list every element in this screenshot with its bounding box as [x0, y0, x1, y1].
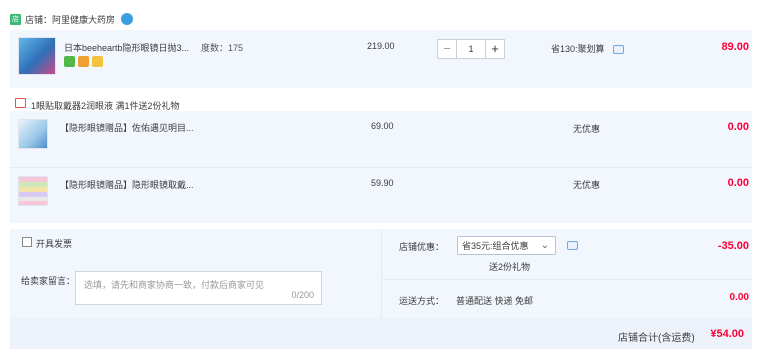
store-badge-icon: 店 — [10, 13, 21, 25]
gift-item-row — [10, 168, 752, 223]
service-tag-icon — [64, 56, 75, 67]
shipping-amount: 0.00 — [729, 292, 749, 303]
invoice-checkbox[interactable] — [22, 237, 32, 247]
main-item-title[interactable]: 日本beeheartb隐形眼镜日抛3... — [64, 41, 189, 54]
service-tags — [64, 56, 106, 67]
gift-item-thumbnail[interactable] — [18, 119, 48, 149]
credit-card-icon — [92, 56, 103, 67]
store-total-amount: ¥54.00 — [710, 328, 744, 340]
store-total-label: 店铺合计(含运费) — [618, 333, 695, 344]
main-item-thumbnail[interactable] — [18, 37, 56, 75]
main-item-promo: 省130:聚划算 — [551, 44, 605, 54]
quantity-decrease-button[interactable]: − — [437, 39, 457, 59]
gift-item-title[interactable]: 【隐形眼镜赠品】隐形眼镜取戴... — [60, 178, 194, 191]
seller-message-textarea[interactable]: 选填，请先和商家协商一致，付款后商家可见 0/200 — [75, 271, 322, 305]
gift-icon — [15, 98, 26, 108]
main-item-unit-price: 219.00 — [367, 41, 395, 51]
quantity-increase-button[interactable]: + — [485, 39, 505, 59]
store-header: 店 店铺：阿里健康大药房 — [10, 11, 134, 27]
store-name-link[interactable]: 店铺：阿里健康大药房 — [25, 13, 115, 26]
gift-item-promo: 无优惠 — [573, 124, 601, 134]
row-divider — [382, 279, 752, 280]
invoice-label: 开具发票 — [36, 239, 73, 249]
shipping-label: 运送方式： — [399, 296, 445, 306]
wangwang-chat-icon[interactable] — [121, 13, 134, 25]
quantity-input[interactable]: 1 — [457, 39, 485, 59]
main-item-subtotal: 89.00 — [721, 41, 749, 53]
main-item-degree: 度数：175 — [201, 43, 244, 53]
message-counter: 0/200 — [291, 290, 314, 300]
promo-info-icon[interactable] — [613, 45, 624, 54]
store-discount-label: 店铺优惠： — [399, 242, 445, 252]
gift-item-title[interactable]: 【隐形眼镜赠品】佐佑遇见明目... — [60, 121, 194, 134]
gift-item-row — [10, 111, 752, 167]
shipping-method: 普通配送 快递 免邮 — [456, 296, 534, 306]
store-discount-selected: 省35元:组合优惠 — [462, 241, 529, 251]
gift-item-thumbnail[interactable] — [18, 176, 48, 206]
gift-item-promo: 无优惠 — [573, 180, 601, 190]
discount-info-icon[interactable] — [567, 241, 578, 250]
service-tag-icon — [78, 56, 89, 67]
store-total-bar: 店铺合计(含运费) ¥54.00 — [10, 318, 752, 349]
gift-item-unit-price: 59.90 — [371, 178, 394, 188]
store-discount-select[interactable]: 省35元:组合优惠 ⌄ — [457, 236, 556, 255]
column-divider — [381, 229, 382, 318]
message-placeholder: 选填，请先和商家协商一致，付款后商家可见 — [84, 280, 265, 290]
gift-item-subtotal: 0.00 — [727, 177, 749, 189]
gift-item-subtotal: 0.00 — [727, 121, 749, 133]
store-discount-amount: -35.00 — [717, 240, 749, 252]
chevron-down-icon: ⌄ — [540, 240, 549, 251]
quantity-stepper: − 1 + — [437, 39, 505, 59]
message-label: 给卖家留言： — [21, 276, 76, 286]
gift-item-unit-price: 69.00 — [371, 121, 394, 131]
store-discount-note: 送2份礼物 — [489, 262, 531, 272]
main-item-row — [10, 30, 752, 88]
